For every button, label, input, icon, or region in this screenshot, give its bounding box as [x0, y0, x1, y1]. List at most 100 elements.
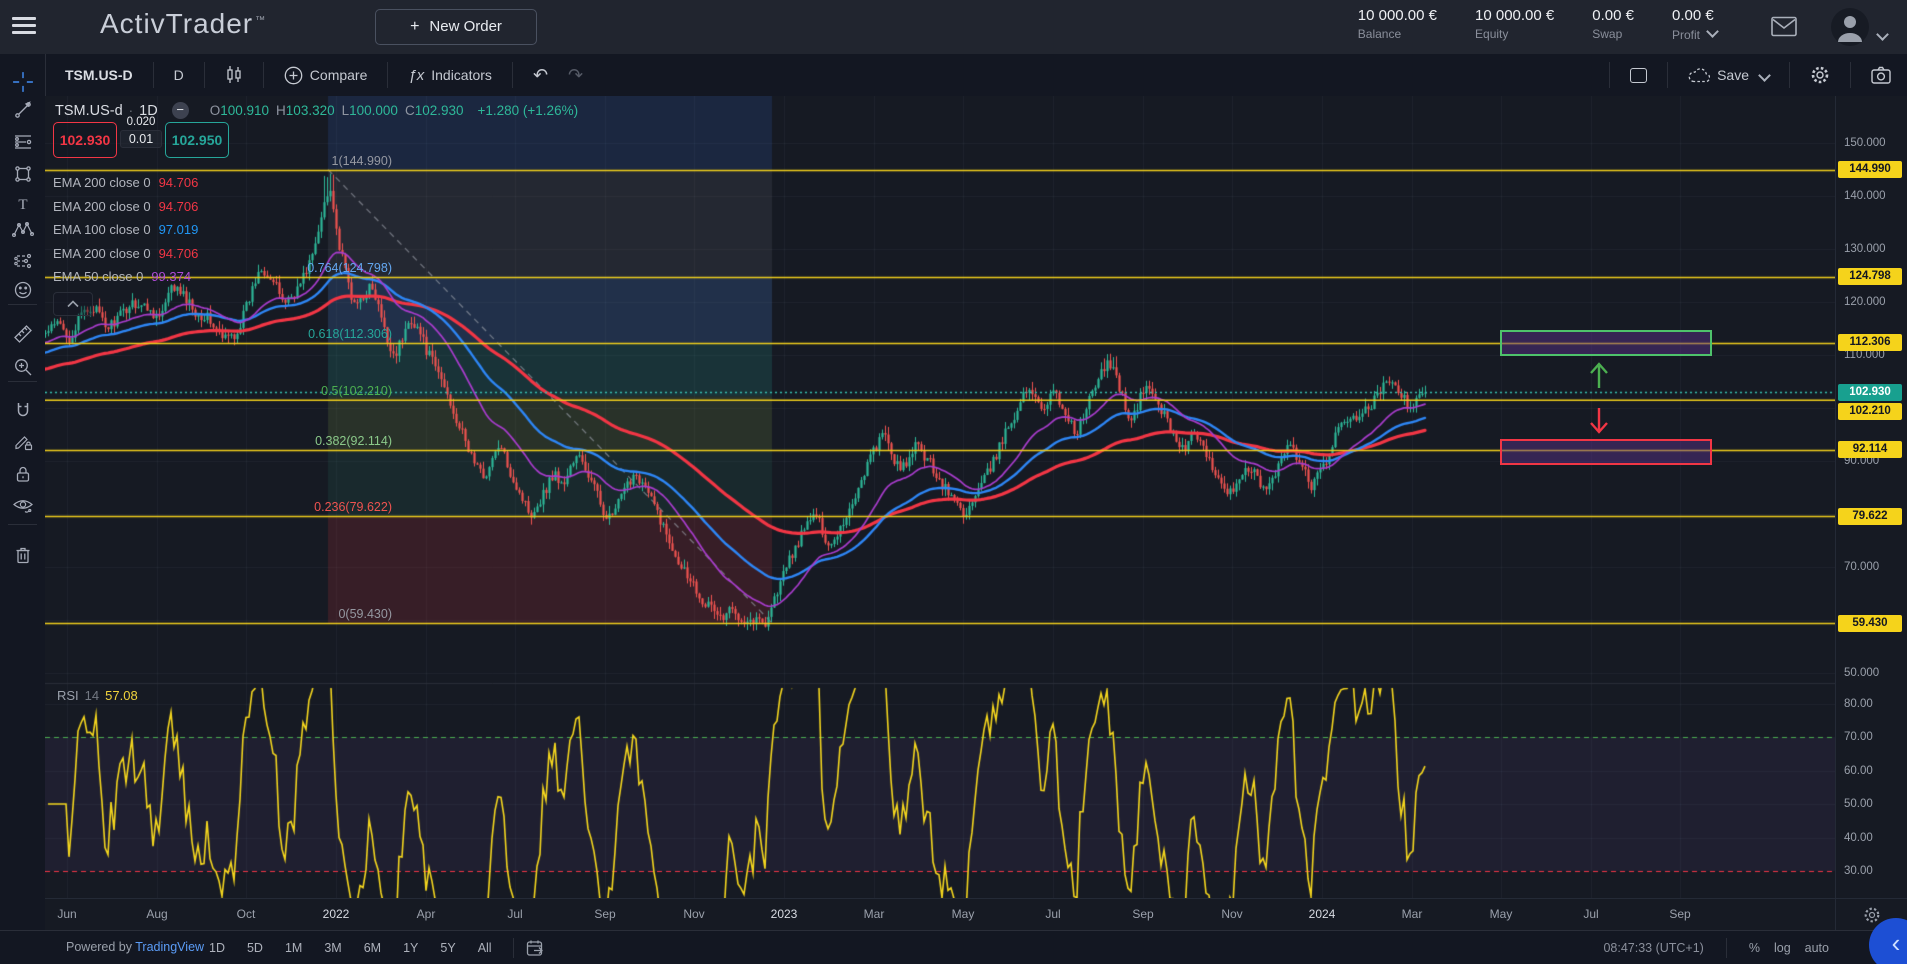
ema-legend-row[interactable]: EMA 200 close 094.706	[53, 175, 198, 190]
compare-button[interactable]: Compare	[274, 66, 378, 85]
trash-icon	[13, 545, 33, 565]
fib-level-label[interactable]: 0.764(124.798)	[45, 261, 392, 275]
plus-icon: +	[410, 18, 419, 35]
collapse-legend-icon[interactable]: −	[172, 102, 189, 119]
zoom-in-tool[interactable]	[8, 353, 38, 381]
range-1d-button[interactable]: 1D	[200, 938, 234, 958]
ema-legend-row[interactable]: EMA 200 close 094.706	[53, 246, 198, 261]
log-scale-button[interactable]: log	[1774, 941, 1791, 955]
fib-level-label[interactable]: 0.382(92.114)	[45, 434, 392, 448]
range-6m-button[interactable]: 6M	[355, 938, 390, 958]
pip-value: 0.01	[120, 130, 162, 148]
trend-line-icon	[13, 100, 33, 120]
ema-legend-row[interactable]: EMA 100 close 097.019	[53, 222, 198, 237]
rsi-value: 57.08	[105, 688, 138, 703]
price-axis[interactable]: 150.000140.000130.000120.000110.00090.00…	[1835, 96, 1907, 898]
svg-text:T: T	[18, 197, 27, 213]
fib-level-label[interactable]: 1(144.990)	[45, 154, 392, 168]
time-tick: Mar	[854, 907, 894, 921]
fib-level-label[interactable]: 0.618(112.306)	[45, 327, 392, 341]
profit-chevron-down-icon[interactable]	[1706, 25, 1719, 38]
drawing-lock-tool[interactable]	[8, 428, 38, 456]
layout-select-button[interactable]	[1620, 68, 1657, 83]
hide-all-tool[interactable]	[8, 491, 38, 519]
tradingview-attribution[interactable]: Powered by TradingView	[66, 940, 204, 954]
time-tick: Oct	[226, 907, 266, 921]
eye-icon	[12, 495, 34, 515]
text-icon: T	[13, 194, 33, 214]
price-tick: 70.000	[1844, 561, 1879, 573]
range-1y-button[interactable]: 1Y	[394, 938, 427, 958]
stat-balance: 10 000.00 €Balance	[1358, 7, 1437, 42]
arrow-up-icon[interactable]	[1586, 360, 1612, 390]
symbol-button[interactable]: TSM.US-D	[55, 67, 143, 83]
time-tick: Sep	[1123, 907, 1163, 921]
time-tick: Nov	[674, 907, 714, 921]
lock-all-tool[interactable]	[8, 460, 38, 488]
menu-icon[interactable]	[12, 17, 36, 35]
gear-icon	[1863, 906, 1881, 924]
range-1m-button[interactable]: 1M	[276, 938, 311, 958]
chart-type-icon[interactable]	[215, 65, 253, 85]
stat-profit: 0.00 €Profit	[1672, 7, 1717, 42]
time-tick: Sep	[585, 907, 625, 921]
price-tick: 120.000	[1844, 296, 1886, 308]
rsi-tick: 60.00	[1844, 765, 1873, 777]
pattern-tool[interactable]	[8, 216, 38, 244]
magnet-tool[interactable]	[8, 396, 38, 424]
avatar-chevron-down-icon[interactable]	[1876, 28, 1889, 41]
save-layout-button[interactable]: Save	[1678, 67, 1779, 83]
user-avatar[interactable]	[1831, 8, 1869, 46]
drawing-toolbar: T	[0, 54, 46, 964]
range-3m-button[interactable]: 3M	[315, 938, 350, 958]
auto-scale-button[interactable]: auto	[1805, 941, 1829, 955]
range-5y-button[interactable]: 5Y	[431, 938, 464, 958]
interval-button[interactable]: D	[164, 67, 194, 83]
fib-level-label[interactable]: 0.5(102.210)	[45, 384, 392, 398]
text-tool[interactable]: T	[8, 190, 38, 218]
time-tick: Jul	[1571, 907, 1611, 921]
fib-retracement-tool[interactable]	[8, 128, 38, 156]
go-to-date-button[interactable]	[526, 939, 545, 957]
mail-icon[interactable]	[1771, 16, 1797, 37]
collapse-panel-button[interactable]	[53, 292, 93, 316]
arrow-down-icon[interactable]	[1586, 406, 1612, 436]
range-5d-button[interactable]: 5D	[238, 938, 272, 958]
time-tick: Apr	[406, 907, 446, 921]
fib-level-label[interactable]: 0(59.430)	[45, 607, 392, 621]
redo-button[interactable]: ↷	[558, 65, 593, 86]
emoji-tool[interactable]	[8, 276, 38, 304]
undo-button[interactable]: ↶	[523, 65, 558, 86]
time-axis[interactable]: JunAugOct2022AprJulSepNov2023MarMayJulSe…	[45, 898, 1907, 931]
prediction-tool[interactable]	[8, 246, 38, 274]
legend-symbol[interactable]: TSM.US-d	[55, 103, 123, 119]
new-order-button[interactable]: +New Order	[375, 9, 537, 45]
price-level-badge: 144.990	[1838, 161, 1902, 178]
measure-tool[interactable]	[8, 320, 38, 348]
shapes-tool[interactable]	[8, 160, 38, 188]
resistance-zone[interactable]	[1500, 330, 1712, 356]
indicators-button[interactable]: ƒx Indicators	[398, 67, 502, 84]
remove-tool[interactable]	[8, 541, 38, 569]
rsi-tick: 30.00	[1844, 865, 1873, 877]
crosshair-icon	[12, 71, 34, 93]
chart-settings-button[interactable]	[1800, 65, 1840, 85]
trend-line-tool[interactable]	[8, 96, 38, 124]
price-level-badge: 92.114	[1838, 441, 1902, 458]
activtrader-app: ActivTrader™ +New Order 10 000.00 €Balan…	[0, 0, 1907, 964]
spread-value: 0.020	[127, 116, 156, 128]
range-all-button[interactable]: All	[469, 938, 501, 958]
support-zone[interactable]	[1500, 439, 1712, 465]
time-tick: Mar	[1392, 907, 1432, 921]
candlestick-chart-canvas[interactable]	[45, 96, 1835, 898]
fib-level-label[interactable]: 0.236(79.622)	[45, 500, 392, 514]
cloud-icon	[1688, 68, 1710, 83]
gear-icon	[1810, 65, 1830, 85]
percent-scale-button[interactable]: %	[1749, 941, 1760, 955]
price-tick: 130.000	[1844, 243, 1886, 255]
snapshot-button[interactable]	[1861, 66, 1901, 84]
ema-legend-row[interactable]: EMA 200 close 094.706	[53, 199, 198, 214]
time-tick: Sep	[1660, 907, 1700, 921]
crosshair-tool[interactable]	[8, 68, 38, 96]
magnet-icon	[13, 400, 33, 420]
